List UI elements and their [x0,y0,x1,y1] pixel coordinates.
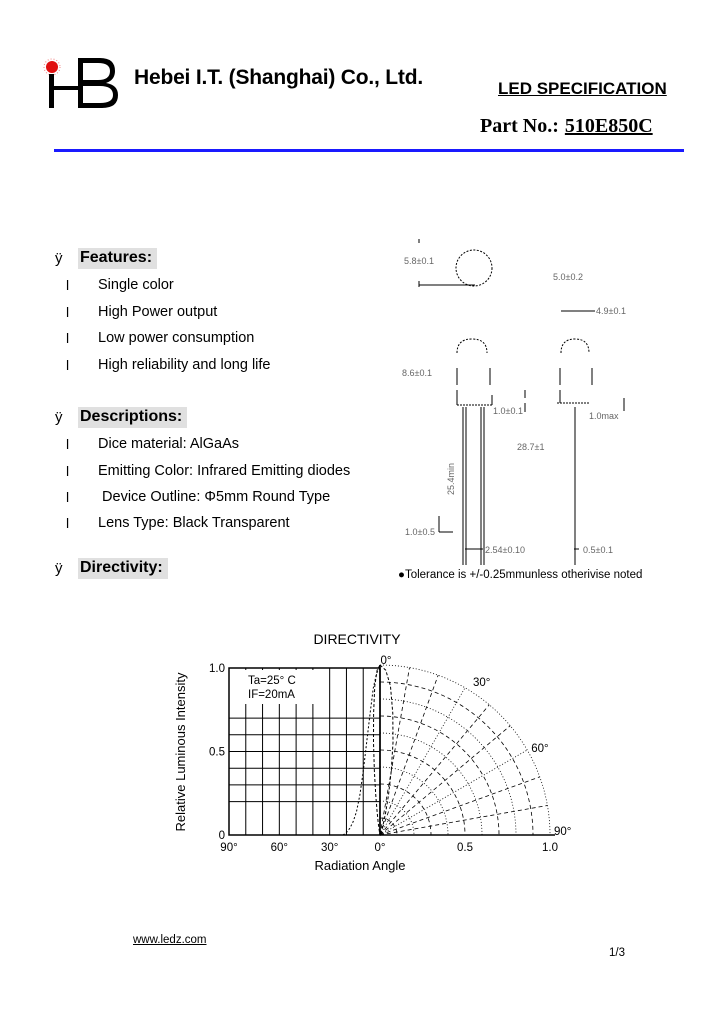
dim-lead-length-short: 25.4min [446,463,456,495]
chart-title: DIRECTIVITY [313,631,401,647]
dim-lead-spacing: 2.54±0.10 [485,545,525,555]
directivity-chart: DIRECTIVITY Relative Luminous Intensity … [173,631,571,873]
item-bullet: l [66,304,70,320]
item-bullet: l [66,277,70,293]
x-axis-label: Radiation Angle [314,858,405,873]
website-link[interactable]: www.ledz.com [133,934,207,946]
polar-ring [379,664,551,836]
description-item: Dice material: AlGaAs [98,436,240,452]
polar-grid [379,664,555,836]
description-item: Lens Type: Black Transparent [98,515,290,531]
led-dome-right [560,338,590,354]
led-dome-left [456,338,488,354]
logo-mark [43,58,118,108]
tolerance-note: ●Tolerance is +/-0.25mmunless otherivise… [398,569,643,581]
polar-angle-label: 0° [381,655,392,667]
feature-item: Low power consumption [98,330,255,346]
dim-lens-dia: 5.8±0.1 [404,256,434,266]
feature-item: High reliability and long life [98,357,271,373]
company-name: Hebei I.T. (Shanghai) Co., Ltd. [134,66,423,89]
feature-item: High Power output [98,304,218,320]
section-bullet: ÿ [55,560,63,577]
description-item: Device Outline: Φ5mm Round Type [98,489,331,505]
feature-item: Single color [98,277,174,293]
doc-title: LED SPECIFICATION [498,79,667,98]
polar-ring [379,698,517,836]
radial-tick-label: 0.5 [457,842,473,854]
polar-angle-label: 30° [473,677,490,689]
part-number-line: Part No.: 510E850C [480,115,653,138]
polar-ring [379,732,483,836]
header-divider [54,149,684,152]
dim-body-width: 4.9±0.1 [596,306,626,316]
polar-spoke [379,805,548,836]
item-bullet: l [66,515,70,531]
y-tick-label: 0 [219,830,225,842]
dim-lead-width: 0.5±0.1 [583,545,613,555]
logo [40,56,122,110]
y-axis-label: Relative Luminous Intensity [173,672,188,831]
polar-spoke [379,667,410,836]
top-view-lens [455,249,493,287]
polar-spoke [379,749,528,836]
item-bullet: l [66,489,70,505]
section-bullet: ÿ [55,409,63,426]
y-tick-label: 1.0 [209,663,225,675]
x-tick-label: 60° [271,842,288,854]
part-number: 510E850C [564,115,653,137]
descriptions-heading: Descriptions: [78,407,188,428]
dim-lead-offset: 1.0±0.5 [405,527,435,537]
polar-ring [379,715,500,836]
directivity-heading: Directivity: [78,558,168,579]
condition-current: IF=20mA [248,689,295,701]
section-bullet: ÿ [55,250,63,267]
dim-flange-max: 1.0max [589,411,619,421]
x-tick-label: 0° [375,842,386,854]
x-tick-label: 30° [321,842,338,854]
polar-angle-label: 60° [531,743,548,755]
x-tick-label: 90° [220,842,237,854]
description-item: Emitting Color: Infrared Emitting diodes [98,463,351,479]
outline-drawing: 5.8±0.1 5.0±0.2 4.9±0.1 8.6±0.1 1.0±0.1 … [402,239,626,565]
item-bullet: l [66,357,70,373]
features-heading: Features: [78,248,158,269]
part-label: Part No.: [480,115,559,137]
intensity-curves [342,664,394,836]
dim-flange: 1.0±0.1 [493,406,523,416]
dim-body-height: 8.6±0.1 [402,368,432,378]
radial-tick-label: 1.0 [542,842,558,854]
page-number: 1/3 [609,947,625,959]
item-bullet: l [66,463,70,479]
polar-ring [379,681,534,836]
polar-angle-label: 90° [554,826,571,838]
dim-top-width: 5.0±0.2 [553,272,583,282]
y-tick-label: 0.5 [209,747,225,759]
item-bullet: l [66,330,70,346]
dim-lead-length: 28.7±1 [517,442,544,452]
polar-intensity-curve-mirror [372,664,381,836]
item-bullet: l [66,436,70,452]
logo-red-dot [46,61,58,73]
condition-temp: Ta=25° C [248,675,296,687]
